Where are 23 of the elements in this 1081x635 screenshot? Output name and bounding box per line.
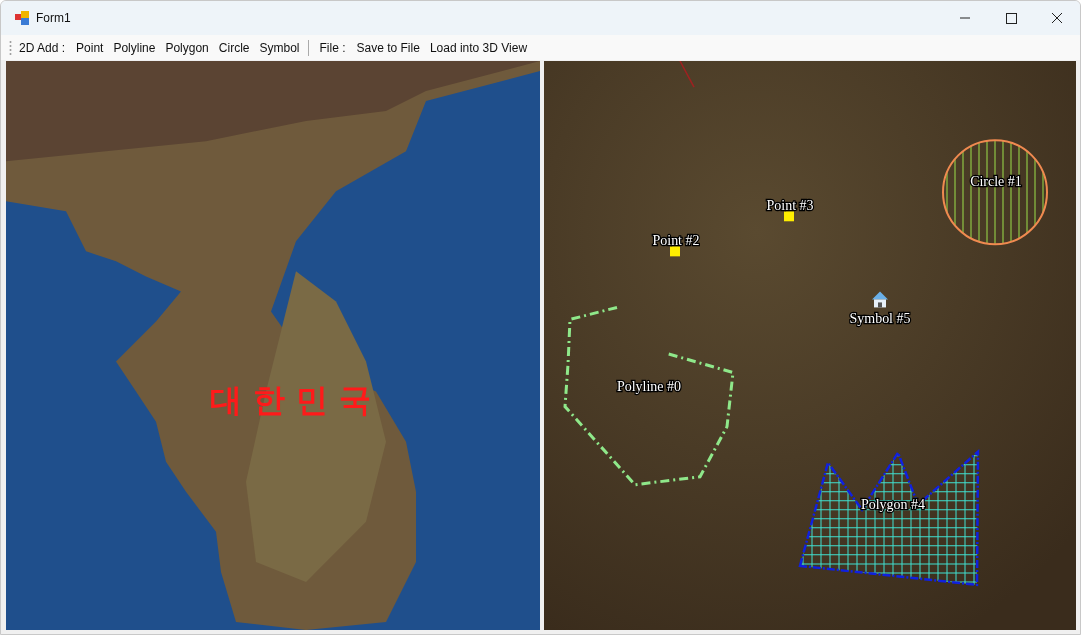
point-marker: [784, 211, 794, 222]
house-icon: [872, 291, 888, 308]
feature-label: Point #3: [766, 198, 814, 214]
toolbar-label: File :: [318, 40, 347, 55]
toolbar-button[interactable]: Save to File: [352, 38, 424, 57]
map-label: 대 한 민 국: [210, 380, 372, 421]
feature-label: Point #2: [652, 233, 700, 249]
toolbar-label: 2D Add :: [18, 40, 67, 55]
toolbar-button[interactable]: Load into 3D View: [425, 38, 532, 57]
toolbar-button[interactable]: Point: [72, 38, 108, 57]
feature-label: Polygon #4: [860, 496, 926, 512]
line-segment: [679, 61, 695, 88]
app-icon: [15, 11, 29, 25]
toolbar-button[interactable]: Circle: [214, 38, 254, 57]
feature-label: Symbol #5: [849, 311, 911, 327]
feature-label: Polyline #0: [616, 378, 682, 394]
grip-icon[interactable]: [9, 39, 12, 56]
toolbar-button[interactable]: Polygon: [161, 38, 213, 57]
point-marker: [670, 246, 680, 257]
toolbar-button[interactable]: Polyline: [109, 38, 160, 57]
window-title: Form1: [36, 11, 71, 25]
feature-label: Circle #1: [970, 174, 1022, 190]
toolbar-button[interactable]: Symbol: [255, 38, 304, 57]
